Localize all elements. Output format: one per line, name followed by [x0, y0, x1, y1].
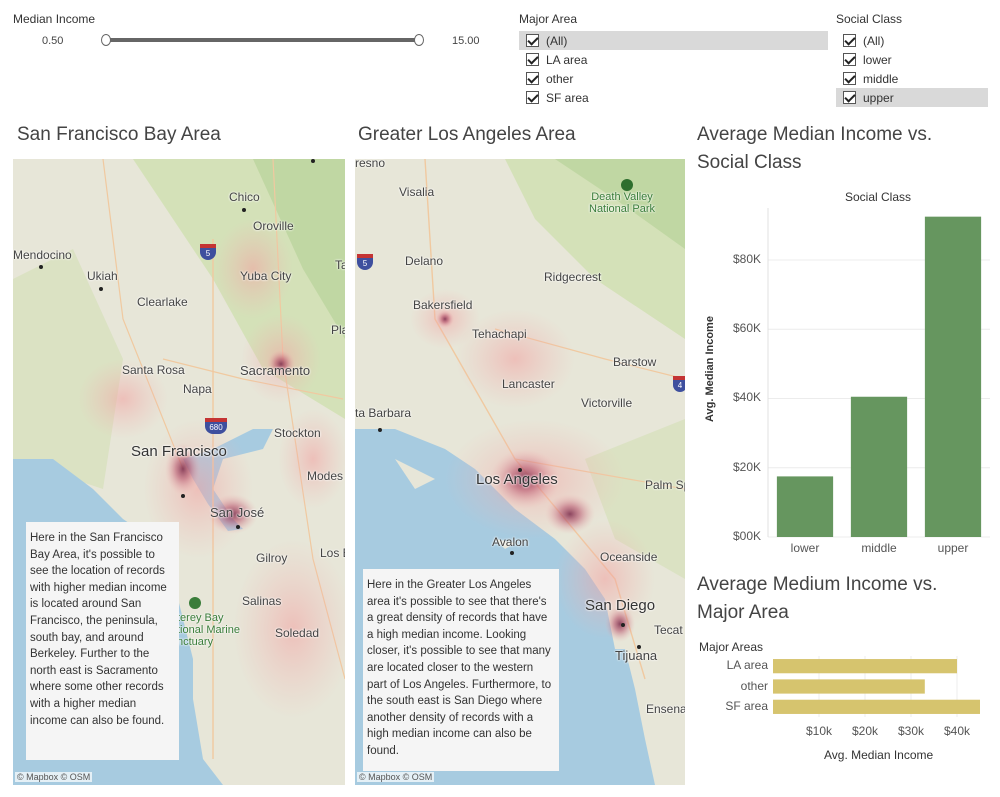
major-area-bars-svg [773, 656, 980, 717]
bar-la-area [773, 659, 957, 674]
major-area-x-axis-title: Avg. Median Income [824, 748, 934, 762]
x-tick-label: $20k [851, 724, 879, 738]
x-tick-label: $40k [943, 724, 971, 738]
x-tick-label: $30k [897, 724, 925, 738]
category-label: LA area [726, 658, 768, 673]
category-label: SF area [725, 698, 768, 713]
category-label: other [740, 678, 768, 693]
x-tick-label: $10k [805, 724, 833, 738]
bar-sf-area [773, 699, 980, 714]
bar-other [773, 679, 925, 694]
